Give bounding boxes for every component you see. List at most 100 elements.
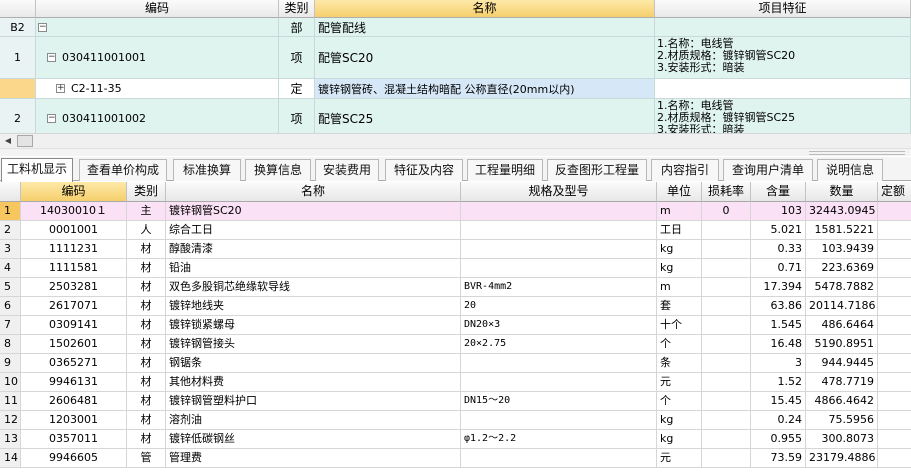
horizontal-scrollbar[interactable]: ◀ (0, 133, 911, 148)
material-code[interactable]: 0357011 (21, 430, 127, 449)
bottom-header-loss[interactable]: 损耗率 (702, 182, 751, 202)
top-header-type[interactable]: 类别 (279, 0, 315, 18)
material-name[interactable]: 镀锌钢管SC20 (166, 202, 461, 221)
material-spec[interactable] (461, 449, 657, 468)
material-unit[interactable]: 个 (657, 392, 702, 411)
bottom-header-type[interactable]: 类别 (127, 182, 166, 202)
material-code[interactable]: 1111581 (21, 259, 127, 278)
material-content[interactable]: 3 (751, 354, 806, 373)
material-name[interactable]: 镀锌钢管接头 (166, 335, 461, 354)
table-row[interactable]: 2 0001001 人综合工日 工日 5.021 1581.5221 (0, 221, 911, 240)
material-spec[interactable]: 20×2.75 (461, 335, 657, 354)
material-content[interactable]: 1.545 (751, 316, 806, 335)
material-content[interactable]: 1.52 (751, 373, 806, 392)
tab-install-fee[interactable]: 安装费用 (315, 159, 379, 181)
table-row[interactable]: 14 9946605 管管理费 元 73.59 23179.4886 (0, 449, 911, 468)
material-spec[interactable] (461, 202, 657, 221)
material-unit[interactable]: kg (657, 259, 702, 278)
table-row[interactable]: 12 1203001 材溶剂油 kg 0.24 75.5956 (0, 411, 911, 430)
material-loss-rate[interactable] (702, 278, 751, 297)
tab-unit-price[interactable]: 查看单价构成 (79, 159, 167, 181)
bottom-header-code[interactable]: 编码 (21, 182, 127, 202)
material-quantity[interactable]: 4866.4642 (806, 392, 878, 411)
material-type[interactable]: 管 (127, 449, 166, 468)
material-quantity[interactable]: 20114.7186 (806, 297, 878, 316)
material-type[interactable]: 材 (127, 335, 166, 354)
material-content[interactable]: 16.48 (751, 335, 806, 354)
triangle-left-icon[interactable]: ◀ (0, 134, 16, 148)
material-loss-rate[interactable] (702, 221, 751, 240)
tab-notes[interactable]: 说明信息 (817, 159, 883, 181)
material-type[interactable]: 材 (127, 316, 166, 335)
material-code[interactable]: 14030010１ (21, 202, 127, 221)
material-content[interactable]: 63.86 (751, 297, 806, 316)
material-code[interactable]: 9946131 (21, 373, 127, 392)
material-unit[interactable]: 套 (657, 297, 702, 316)
material-spec[interactable] (461, 221, 657, 240)
material-name[interactable]: 铅油 (166, 259, 461, 278)
material-loss-rate[interactable] (702, 297, 751, 316)
material-name[interactable]: 醇酸清漆 (166, 240, 461, 259)
material-quantity[interactable]: 1581.5221 (806, 221, 878, 240)
material-name[interactable]: 综合工日 (166, 221, 461, 240)
material-loss-rate[interactable] (702, 392, 751, 411)
tab-user-list[interactable]: 查询用户清单 (723, 159, 813, 181)
material-spec[interactable]: DN15～20 (461, 392, 657, 411)
material-type[interactable]: 材 (127, 392, 166, 411)
material-content[interactable]: 73.59 (751, 449, 806, 468)
table-row[interactable]: 8 1502601 材镀锌钢管接头 20×2.75 个 16.48 5190.8951 (0, 335, 911, 354)
top-row-name[interactable]: 镀锌钢管砖、混凝土结构暗配 公称直径(20mm以内) (315, 79, 655, 99)
material-code[interactable]: 0365271 (21, 354, 127, 373)
material-loss-rate[interactable] (702, 449, 751, 468)
bottom-header-content[interactable]: 含量 (751, 182, 806, 202)
material-type[interactable]: 主 (127, 202, 166, 221)
splitter-grip[interactable] (809, 151, 905, 155)
table-row[interactable]: 10 9946131 材其他材料费 元 1.52 478.7719 (0, 373, 911, 392)
table-row[interactable]: 4 1111581 材铅油 kg 0.71 223.6369 (0, 259, 911, 278)
material-spec[interactable]: 20 (461, 297, 657, 316)
material-unit[interactable]: m (657, 202, 702, 221)
material-quantity[interactable]: 478.7719 (806, 373, 878, 392)
top-header-name[interactable]: 名称 (315, 0, 655, 18)
material-unit[interactable]: 条 (657, 354, 702, 373)
material-name[interactable]: 镀锌地线夹 (166, 297, 461, 316)
tab-content-guide[interactable]: 内容指引 (651, 159, 719, 181)
material-spec[interactable]: DN20×3 (461, 316, 657, 335)
material-name[interactable]: 钢锯条 (166, 354, 461, 373)
material-unit[interactable]: 元 (657, 373, 702, 392)
material-loss-rate[interactable] (702, 411, 751, 430)
top-header-code[interactable]: 编码 (36, 0, 279, 18)
material-type[interactable]: 材 (127, 278, 166, 297)
material-loss-rate[interactable] (702, 316, 751, 335)
material-spec[interactable]: φ1.2～2.2 (461, 430, 657, 449)
material-spec[interactable]: BVR-4mm2 (461, 278, 657, 297)
table-row[interactable]: 7 0309141 材镀锌锁紧螺母 DN20×3 十个 1.545 486.6464 (0, 316, 911, 335)
material-content[interactable]: 5.021 (751, 221, 806, 240)
material-content[interactable]: 0.24 (751, 411, 806, 430)
material-content[interactable]: 15.45 (751, 392, 806, 411)
material-loss-rate[interactable] (702, 240, 751, 259)
material-spec[interactable] (461, 240, 657, 259)
material-loss-rate[interactable] (702, 373, 751, 392)
material-unit[interactable]: kg (657, 240, 702, 259)
material-type[interactable]: 材 (127, 354, 166, 373)
material-type[interactable]: 材 (127, 259, 166, 278)
minus-box-icon[interactable]: − (47, 53, 56, 62)
bottom-header-name[interactable]: 名称 (166, 182, 461, 202)
material-content[interactable]: 0.33 (751, 240, 806, 259)
material-code[interactable]: 9946605 (21, 449, 127, 468)
material-quantity[interactable]: 32443.0945 (806, 202, 878, 221)
material-name[interactable]: 其他材料费 (166, 373, 461, 392)
material-name[interactable]: 双色多股铜芯绝缘软导线 (166, 278, 461, 297)
top-row-section[interactable]: B2 − 部 配管配线 (0, 18, 911, 37)
material-unit[interactable]: kg (657, 411, 702, 430)
material-code[interactable]: 2617071 (21, 297, 127, 316)
material-quantity[interactable]: 103.9439 (806, 240, 878, 259)
minus-box-icon[interactable]: − (47, 114, 56, 123)
material-spec[interactable] (461, 373, 657, 392)
material-type[interactable]: 材 (127, 240, 166, 259)
bottom-header-fixed[interactable]: 定额 (878, 182, 911, 202)
material-unit[interactable]: 个 (657, 335, 702, 354)
material-quantity[interactable]: 944.9445 (806, 354, 878, 373)
material-unit[interactable]: kg (657, 430, 702, 449)
